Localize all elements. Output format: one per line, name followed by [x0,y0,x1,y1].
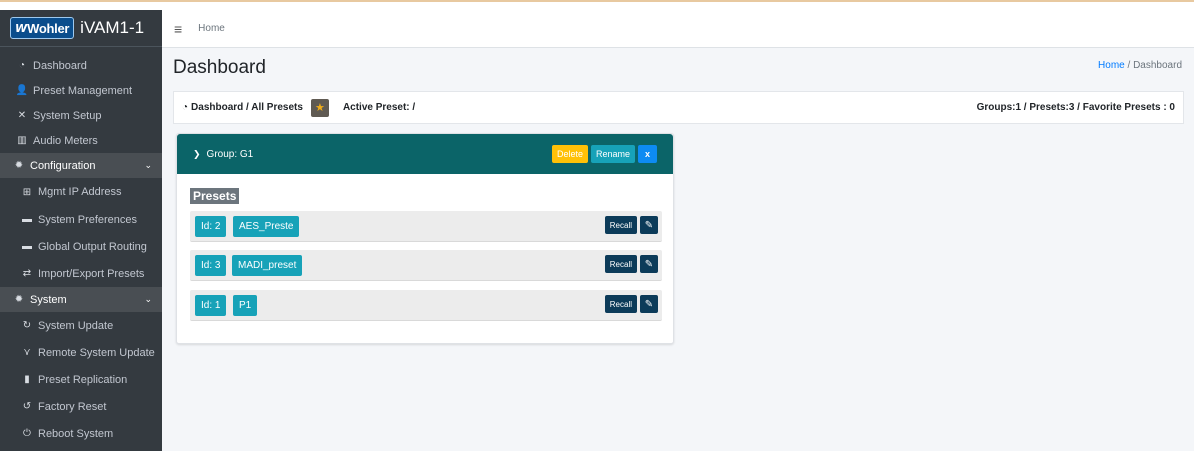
chevron-down-icon: ⌄ [144,294,152,304]
sidebar-item-label: Preset Replication [38,373,128,386]
recall-button[interactable]: Recall [604,216,637,234]
sidebar-item-import-export[interactable]: ⇄ Import/Export Presets [0,260,162,287]
sidebar-item-remote-system-update[interactable]: ⋎ Remote System Update [0,339,162,366]
sidebar-item-factory-reset[interactable]: ↺ Factory Reset [0,393,162,420]
sidebar-section-system[interactable]: ✹ System ⌄ [0,287,162,312]
sidebar-item-label: Audio Meters [33,134,98,147]
presets-heading: Presets [190,188,240,204]
user-edit-icon: 👤 [15,85,29,96]
sidebar-section-label: System [30,293,67,306]
sidebar-item-mgmt-ip[interactable]: ⊞ Mgmt IP Address [0,178,162,206]
power-icon: ⏻ [23,428,31,439]
exchange-icon: ⇄ [22,268,32,279]
edit-icon[interactable]: ✎ [640,216,658,234]
sidebar-item-system-preferences[interactable]: ▬ System Preferences [0,206,162,233]
edit-icon[interactable]: ✎ [640,255,658,273]
sidebar-nav: ◔ Dashboard 👤 Preset Management ✕ System… [0,53,162,447]
gear-icon: ✹ [14,160,24,171]
preset-row: Id: 2 AES_Preste Recall ✎ [190,211,662,242]
group-card-header[interactable]: ❯ Group: G1 Delete Rename x [177,134,673,174]
sidebar-item-preset-management[interactable]: 👤 Preset Management [0,78,162,103]
preset-id-badge: Id: 1 [195,295,227,316]
page-title: Dashboard [173,57,266,78]
top-navbar: ≡ Home [162,10,1194,48]
hamburger-icon[interactable]: ≡ [174,21,182,37]
sidebar-item-global-output-routing[interactable]: ▬ Global Output Routing [0,233,162,260]
tachometer-icon: ◔ [182,102,189,113]
preset-row: Id: 1 P1 Recall ✎ [190,290,662,321]
group-actions: Delete Rename x [551,145,657,163]
logo-text: Wohler [27,20,70,36]
sidebar-item-label: Reboot System [38,427,114,440]
sidebar-item-label: Import/Export Presets [38,267,145,280]
sidebar-item-label: System Update [38,319,114,332]
tachometer-icon: ◔ [18,60,26,71]
sidebar-item-label: Global Output Routing [38,240,147,253]
sidebar-item-dashboard[interactable]: ◔ Dashboard [0,53,162,78]
brand[interactable]: W Wohler iVAM1-1 [0,10,162,47]
sidebar-item-label: Remote System Update [38,346,155,359]
routing-icon: ▬ [22,241,32,252]
satellite-icon: ⋎ [23,347,31,358]
delete-group-button[interactable]: Delete [551,145,588,163]
sidebar-item-audio-meters[interactable]: ▥ Audio Meters [0,128,162,153]
sidebar-item-label: Factory Reset [38,400,107,413]
preset-row-actions: Recall ✎ [604,216,658,234]
preset-row: Id: 3 MADI_preset Recall ✎ [190,250,662,281]
breadcrumb-home-link[interactable]: Home [1098,60,1125,71]
recall-button[interactable]: Recall [604,295,637,313]
sidebar-item-label: Mgmt IP Address [38,186,122,198]
sidebar-item-system-setup[interactable]: ✕ System Setup [0,103,162,128]
preset-row-actions: Recall ✎ [604,295,658,313]
sidebar-item-system-update[interactable]: ↻ System Update [0,312,162,339]
network-icon: ⊞ [22,186,32,198]
presets-path: Dashboard / All Presets [191,102,303,113]
product-name: iVAM1-1 [80,18,145,37]
breadcrumb: Home / Dashboard [1098,60,1182,71]
group-card: ❯ Group: G1 Delete Rename x Presets Id: … [176,133,674,344]
preset-counts: Groups:1 / Presets:3 / Favorite Presets … [976,102,1175,113]
sidebar-section-label: Configuration [30,159,96,172]
sync-icon: ↻ [22,320,32,331]
dashboard-info-bar: ◔ Dashboard / All Presets ★ Active Prese… [173,91,1184,124]
top-accent-bar [0,0,1194,10]
sidebar-item-reboot-system[interactable]: ⏻ Reboot System [0,420,162,447]
gears-icon: ✹ [14,294,24,305]
preset-name-badge[interactable]: P1 [233,295,258,316]
sidebar-item-label: System Setup [33,109,102,122]
sidebar-item-preset-replication[interactable]: ▮ Preset Replication [0,366,162,393]
rename-group-button[interactable]: Rename [590,145,635,163]
favorite-star-button[interactable]: ★ [310,98,329,117]
preset-name-badge[interactable]: MADI_preset [232,255,303,276]
keyboard-icon: ▬ [22,214,32,225]
chevron-down-icon: ⌄ [144,160,152,170]
chevron-right-icon[interactable]: ❯ [193,149,201,160]
breadcrumb-separator: / [1127,60,1131,71]
preset-id-badge: Id: 2 [195,216,227,237]
wohler-logo: W Wohler [10,17,75,39]
preset-id-badge: Id: 3 [195,255,227,276]
group-title: Group: G1 [206,148,254,160]
sidebar-item-label: System Preferences [38,213,138,226]
preset-row-actions: Recall ✎ [604,255,658,273]
sidebar-item-label: Preset Management [33,84,133,97]
logo-mark: W [15,21,27,35]
preset-name-badge[interactable]: AES_Preste [233,216,300,237]
active-preset-label: Active Preset: / [342,102,416,113]
copy-icon: ▮ [24,374,30,385]
sidebar: W Wohler iVAM1-1 ◔ Dashboard 👤 Preset Ma… [0,10,162,451]
breadcrumb-current: Dashboard [1133,60,1182,71]
tools-icon: ✕ [17,110,27,121]
chart-icon: ▥ [17,135,27,146]
edit-icon[interactable]: ✎ [640,295,658,313]
header-home-link[interactable]: Home [198,23,225,34]
sidebar-item-label: Dashboard [33,59,87,72]
recall-button[interactable]: Recall [604,255,637,273]
close-icon[interactable]: x [638,145,657,163]
sidebar-section-configuration[interactable]: ✹ Configuration ⌄ [0,153,162,178]
undo-icon: ↺ [22,401,32,412]
